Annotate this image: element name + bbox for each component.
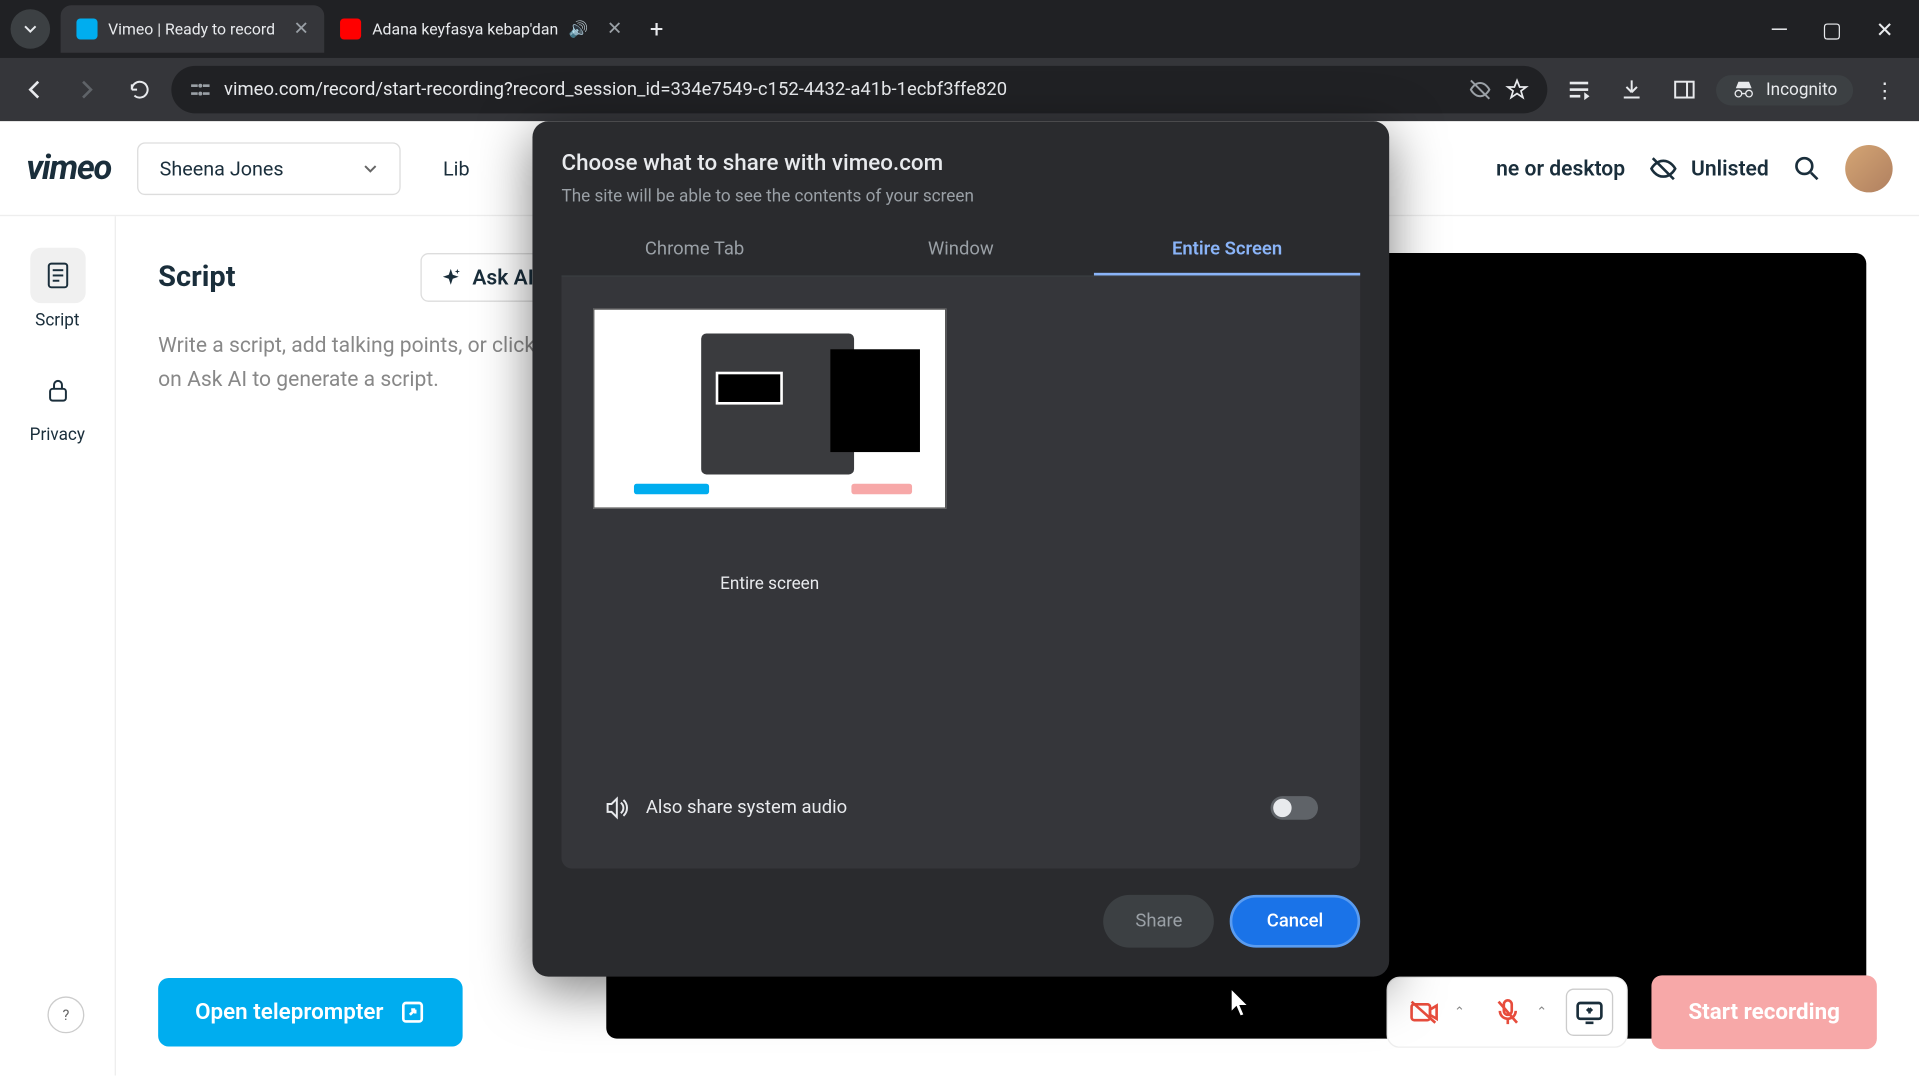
menu-button[interactable]: ⋮ — [1864, 69, 1906, 111]
sidebar-item-script[interactable]: Script — [0, 232, 115, 347]
screen-share-icon — [1575, 999, 1604, 1025]
document-icon — [43, 261, 72, 290]
chevron-up-icon[interactable]: ⌃ — [1536, 1005, 1547, 1019]
ask-ai-label: Ask AI — [472, 265, 533, 290]
site-settings-icon[interactable] — [190, 79, 211, 100]
camera-control[interactable]: ⌃ — [1401, 988, 1465, 1035]
incognito-badge[interactable]: Incognito — [1716, 74, 1853, 104]
open-teleprompter-button[interactable]: Open teleprompter — [158, 978, 462, 1047]
reload-button[interactable] — [119, 69, 161, 111]
lock-icon — [43, 376, 72, 405]
forward-button[interactable] — [66, 69, 108, 111]
script-title: Script — [158, 261, 235, 294]
side-panel-icon[interactable] — [1663, 69, 1705, 111]
downloads-icon[interactable] — [1610, 69, 1652, 111]
question-icon: ? — [57, 1006, 75, 1024]
browser-tab-strip: Vimeo | Ready to record ✕ Adana keyfasya… — [0, 0, 1919, 58]
speaker-icon — [604, 795, 630, 821]
mic-off-icon — [1494, 998, 1520, 1027]
close-icon[interactable]: ✕ — [607, 18, 622, 39]
url-text: vimeo.com/record/start-recording?record_… — [224, 79, 1455, 100]
browser-tab-active[interactable]: Vimeo | Ready to record ✕ — [61, 5, 325, 52]
unlisted-label: Unlisted — [1691, 156, 1769, 181]
tab-entire-screen[interactable]: Entire Screen — [1094, 225, 1360, 275]
sidebar-label: Script — [35, 311, 79, 331]
tab-search-button[interactable] — [11, 9, 51, 49]
eye-off-icon[interactable] — [1468, 78, 1492, 102]
svg-text:?: ? — [62, 1007, 69, 1024]
close-icon[interactable]: ✕ — [294, 18, 309, 39]
dialog-content: Entire screen Also share system audio — [561, 277, 1360, 869]
teleprompter-label: Open teleprompter — [195, 999, 383, 1025]
help-button[interactable]: ? — [47, 996, 84, 1033]
audio-label: Also share system audio — [646, 797, 1255, 818]
mic-control[interactable]: ⌃ — [1484, 988, 1548, 1035]
user-name: Sheena Jones — [160, 156, 350, 180]
youtube-favicon — [341, 18, 362, 39]
audio-toggle[interactable] — [1271, 796, 1318, 820]
browser-tab[interactable]: Adana keyfasya kebap'dan 🔊 ✕ — [325, 5, 638, 52]
screen-control[interactable] — [1566, 988, 1613, 1035]
sidebar-item-privacy[interactable]: Privacy — [0, 347, 115, 462]
new-tab-button[interactable]: + — [638, 11, 675, 48]
star-icon[interactable] — [1505, 78, 1529, 102]
audio-icon[interactable]: 🔊 — [569, 20, 589, 38]
arrow-left-icon — [22, 78, 46, 102]
library-button[interactable]: Lib — [427, 146, 485, 191]
sidebar: Script Privacy — [0, 216, 116, 1075]
avatar[interactable] — [1845, 144, 1892, 191]
cancel-button[interactable]: Cancel — [1230, 895, 1360, 948]
screen-share-dialog: Choose what to share with vimeo.com The … — [532, 121, 1389, 976]
recording-controls: ⌃ ⌃ — [1387, 977, 1628, 1048]
page-content: vimeo Sheena Jones Lib ne or desktop Unl… — [0, 121, 1919, 1075]
dialog-title: Choose what to share with vimeo.com — [561, 150, 1360, 176]
arrow-right-icon — [75, 78, 99, 102]
incognito-icon — [1732, 80, 1756, 98]
back-button[interactable] — [13, 69, 55, 111]
start-recording-button[interactable]: Start recording — [1651, 975, 1876, 1049]
dialog-subtitle: The site will be able to see the content… — [561, 187, 1360, 207]
share-button[interactable]: Share — [1104, 895, 1214, 948]
tab-title: Vimeo | Ready to record — [108, 20, 275, 38]
eye-off-icon — [1649, 154, 1678, 183]
thumbnail-label: Entire screen — [593, 575, 946, 595]
vimeo-favicon — [76, 18, 97, 39]
minimize-button[interactable]: ─ — [1766, 16, 1792, 42]
tab-title: Adana keyfasya kebap'dan — [372, 20, 558, 38]
user-dropdown[interactable]: Sheena Jones — [137, 142, 401, 195]
close-button[interactable]: ✕ — [1872, 16, 1898, 42]
search-icon[interactable] — [1792, 154, 1821, 183]
chevron-down-icon — [363, 160, 379, 176]
privacy-dropdown[interactable]: Unlisted — [1649, 154, 1769, 183]
screen-thumbnail[interactable] — [593, 308, 946, 508]
dialog-tabs: Chrome Tab Window Entire Screen — [561, 225, 1360, 276]
browser-toolbar: vimeo.com/record/start-recording?record_… — [0, 58, 1919, 121]
maximize-button[interactable]: ▢ — [1819, 16, 1845, 42]
header-partial-text: ne or desktop — [1496, 156, 1625, 181]
window-controls: ─ ▢ ✕ — [1766, 16, 1908, 42]
sparkle-icon — [441, 267, 462, 288]
address-bar[interactable]: vimeo.com/record/start-recording?record_… — [171, 66, 1547, 113]
chevron-down-icon — [22, 21, 38, 37]
camera-off-icon — [1409, 999, 1441, 1025]
chevron-up-icon[interactable]: ⌃ — [1454, 1005, 1465, 1019]
tab-window[interactable]: Window — [828, 225, 1094, 275]
sidebar-label: Privacy — [30, 426, 85, 446]
external-link-icon — [399, 999, 425, 1025]
reload-icon — [128, 78, 152, 102]
script-panel: Script Ask AI Write a script, add talkin… — [158, 253, 553, 1039]
media-control-icon[interactable] — [1558, 69, 1600, 111]
vimeo-logo[interactable]: vimeo — [26, 148, 111, 188]
incognito-label: Incognito — [1766, 80, 1837, 100]
tab-chrome[interactable]: Chrome Tab — [561, 225, 827, 275]
audio-toggle-row: Also share system audio — [593, 779, 1328, 837]
script-placeholder[interactable]: Write a script, add talking points, or c… — [158, 328, 553, 395]
